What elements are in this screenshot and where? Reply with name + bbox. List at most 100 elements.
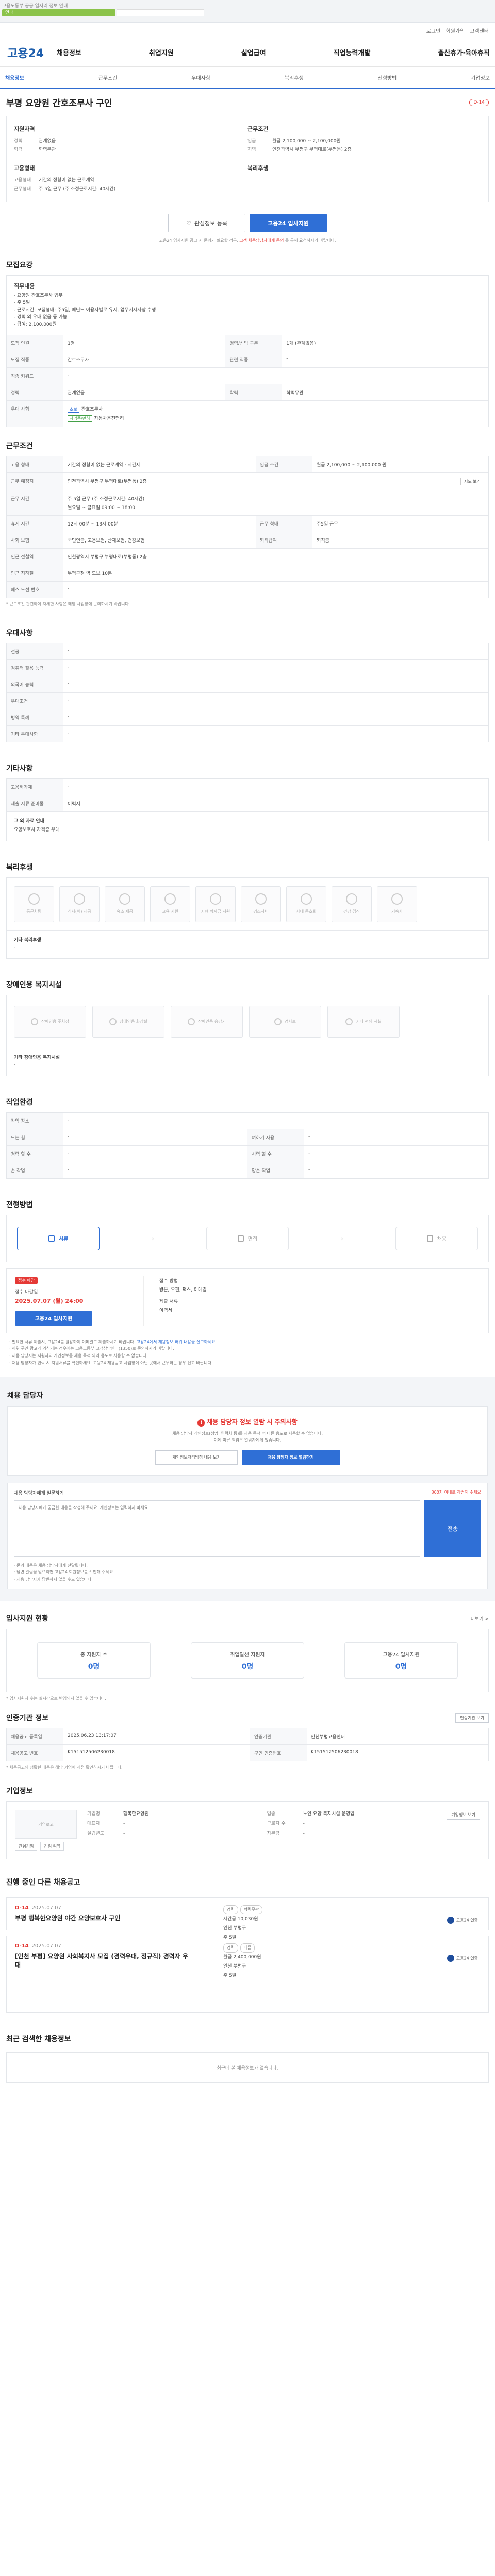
welfare-item: 자녀 학자금 지원: [195, 886, 236, 922]
place-label: 근무형태: [14, 187, 31, 192]
table-cell: 1개 (관계없음): [286, 341, 316, 346]
note-line: · 채용 담당자는 지원자의 개인정보를 채용 목적 외의 용도로 사용할 수 …: [9, 1353, 148, 1358]
top-search-box[interactable]: [117, 9, 204, 16]
conditions-note: * 근로조건 관련하여 자세한 사항은 해당 사업장에 문의하시기 바랍니다.: [6, 601, 130, 606]
scrap-button[interactable]: ♡ 관심정보 등록: [168, 214, 245, 232]
top-green-label[interactable]: 안내: [2, 9, 116, 16]
recent-empty-box: 최근에 본 채용정보가 없습니다.: [6, 2052, 489, 2083]
tab-preferences[interactable]: 우대사항: [191, 74, 210, 81]
company-info-button[interactable]: 기업정보 보기: [447, 1810, 480, 1820]
employment-type-heading: 고용형태: [14, 165, 35, 172]
table-cell: 간호조무사: [63, 350, 226, 368]
welfare-label: 통근차량: [26, 909, 42, 914]
table-cell: -: [68, 648, 70, 653]
recruit-box: 직무내용 - 요양원 간호조무사 업무 - 주 5일 - 근로시간, 모집형태:…: [6, 275, 489, 427]
favorite-company-button[interactable]: 관심기업: [15, 1842, 38, 1851]
table-header: 퇴직급여: [256, 531, 312, 549]
table-header: 경력/신입 구분: [225, 334, 283, 351]
card-title[interactable]: [인천 부평] 요양원 사회복지사 모집 (경력우대, 정규직) 경력자 우대: [15, 1952, 190, 1970]
table-header: 외국어 능력: [7, 675, 63, 693]
deadline-chip: 접수 마감: [15, 1277, 38, 1284]
table-row: 컴퓨터 활용 능력 -: [7, 659, 488, 676]
hint-red: 고객 채용담당자에게 문의: [239, 238, 284, 243]
card-wage: 시간급 10,030원: [223, 1917, 258, 1922]
utility-nav: 로그인 회원가입 고객센터: [0, 23, 495, 38]
gnb-menu-employment[interactable]: 취업지원: [149, 47, 174, 57]
method-label: 접수 방법: [159, 1278, 178, 1284]
card-pill: 경력: [223, 1943, 238, 1953]
apply-button[interactable]: 고용24 입사지원: [250, 214, 327, 232]
question-input[interactable]: [14, 1500, 420, 1557]
cond-label: 임금: [248, 139, 256, 144]
gnb-menu-training[interactable]: 직업능력개발: [334, 47, 371, 57]
table-header: 기타 우대사항: [7, 725, 63, 742]
book-icon: [164, 893, 176, 905]
inquiry-section: 채용 담당자 ! 채용 담당자 정보 열람 시 주의사항 채용 담당자 개인정보(…: [0, 1377, 495, 1601]
view-contact-button[interactable]: 채용 담당자 정보 열람하기: [242, 1450, 340, 1465]
table-header: 구인 인증번호: [250, 1744, 307, 1761]
card-date: 2025.07.07: [31, 1943, 61, 1950]
note-line: · 허위 구인 광고가 의심되는 경우에는 고용노동부 고객상담센터(1350)…: [9, 1346, 174, 1351]
tab-conditions[interactable]: 근무조건: [98, 74, 118, 81]
warning-text: 채용 담당자 정보 열람 시 주의사항: [207, 1418, 298, 1426]
interview-icon: [237, 1235, 244, 1242]
tab-welfare[interactable]: 복리후생: [285, 74, 304, 81]
qual-value: 학력무관: [39, 147, 56, 152]
company-box: 기업로고 관심기업 기업 리뷰 기업명 행복한요양원 업종 노인 요양 복지시설 운…: [6, 1801, 489, 1860]
tag: 초보: [68, 405, 79, 413]
table-row: 전공 -: [7, 643, 488, 660]
preferences-section-title: 우대사항: [6, 629, 33, 637]
recruit-table: 모집 인원 1명 경력/신입 구분 1개 (관계없음) 모집 직종 간호조무사 관련 …: [7, 334, 488, 427]
privacy-button[interactable]: 개인정보처리방침 내용 보기: [155, 1450, 238, 1465]
welfare-item: 기숙사: [377, 886, 417, 922]
gnb-menu-leave[interactable]: 출산휴가·육아휴직: [438, 47, 490, 57]
company-logo: 기업로고: [15, 1810, 77, 1839]
disability-item: 장애인용 화장실: [92, 1005, 164, 1038]
report-link[interactable]: 고용24에서 채용정보 허위 내용을 신고하세요.: [137, 1340, 217, 1344]
tab-recruit[interactable]: 채용정보: [5, 74, 24, 81]
docs-label: 제출 서류: [159, 1299, 178, 1304]
card-pill: 대졸: [240, 1943, 255, 1953]
conditions-section-title: 근무조건: [6, 442, 33, 450]
site-logo[interactable]: 고용24: [0, 44, 57, 61]
map-button[interactable]: 지도 보기: [460, 477, 484, 485]
login-link[interactable]: 로그인: [426, 27, 441, 35]
top-notice-text: 고용노동부 공공 일자리 정보 안내: [2, 4, 68, 9]
certified-icon: [447, 1917, 454, 1924]
table-cell: 월급 2,100,000 ~ 2,100,000 원: [317, 462, 387, 468]
tab-process[interactable]: 전형방법: [378, 74, 397, 81]
help-link[interactable]: 고객센터: [470, 27, 489, 35]
tab-company[interactable]: 기업정보: [471, 74, 490, 81]
signup-link[interactable]: 회원가입: [446, 27, 465, 35]
status-more-link[interactable]: 더보기 >: [471, 1615, 489, 1622]
disability-item: 장애인용 주차장: [14, 1005, 86, 1038]
company-label: 설립년도: [87, 1831, 105, 1837]
gnb-menu-unemployment[interactable]: 실업급여: [241, 47, 266, 57]
gnb-menu-jobs[interactable]: 채용정보: [57, 47, 81, 57]
send-button[interactable]: 전송: [424, 1500, 481, 1557]
workplace-address: 인천광역시 부평구 부평대로(부평동) 2층: [68, 479, 147, 484]
related-section-title: 진행 중인 다른 채용공고: [6, 1878, 80, 1887]
welfare-label: 숙소 제공: [117, 909, 133, 914]
card-title[interactable]: 부평 행복한요양원 야간 요양보호사 구인: [15, 1914, 190, 1923]
etc-extra-label: 그 외 자료 안내: [14, 818, 45, 824]
process-box: 서류 › 면접 › 채용: [6, 1214, 489, 1262]
cert-value: 자동차운전면허: [94, 416, 124, 421]
welfare-item: 경조사비: [241, 886, 281, 922]
heart-icon: ♡: [186, 219, 191, 227]
related-job-card[interactable]: D-14 2025.07.07 [인천 부평] 요양원 사회복지사 모집 (경력우…: [6, 1936, 489, 2013]
inquiry-card: ! 채용 담당자 정보 열람 시 주의사항 채용 담당자 개인정보(성명, 연락처…: [7, 1406, 488, 1476]
apply-button-bottom[interactable]: 고용24 입사지원: [15, 1311, 92, 1326]
table-header: 제출 서류 준비물: [7, 794, 63, 811]
welfare-label: 경조사비: [253, 909, 269, 914]
stamp-label: 고용24 인증: [456, 1918, 478, 1923]
table-header: 인증기관: [250, 1728, 307, 1745]
info-button[interactable]: 인증기관 보기: [455, 1713, 489, 1723]
check-icon: [426, 1235, 433, 1242]
alert-icon: !: [197, 1419, 205, 1427]
related-job-card[interactable]: D-14 2025.07.07 부평 행복한요양원 야간 요양보호사 구인 경력 학…: [6, 1897, 489, 1940]
welfare-item: 숙소 제공: [105, 886, 145, 922]
process-section-title: 전형방법: [6, 1200, 33, 1209]
card-pill: 학력무관: [240, 1905, 263, 1915]
company-review-button[interactable]: 기업 리뷰: [40, 1842, 64, 1851]
